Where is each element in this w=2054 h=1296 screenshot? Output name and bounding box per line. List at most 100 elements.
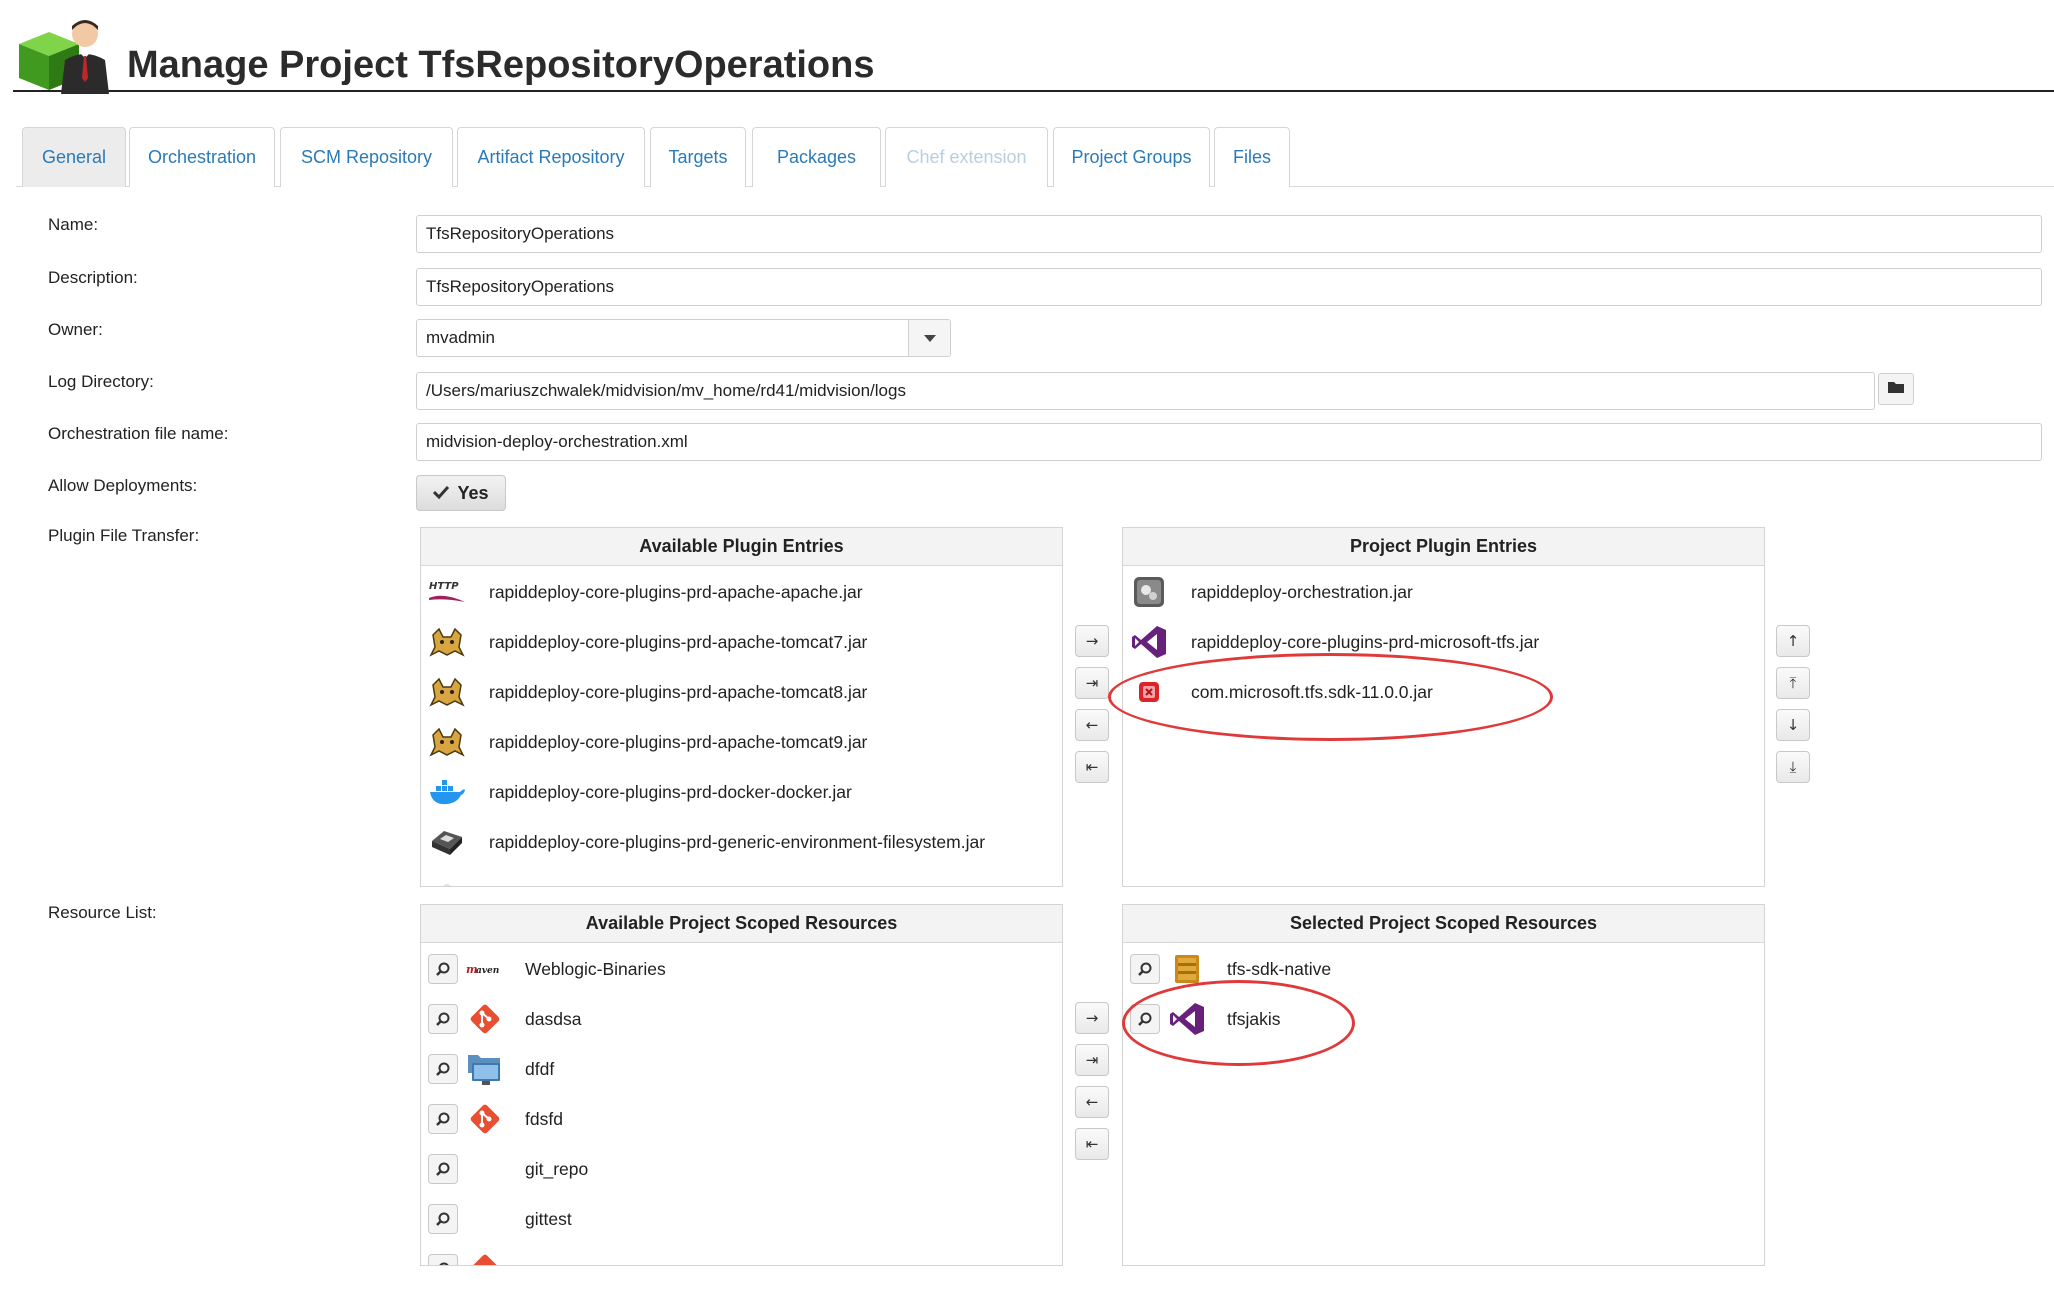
tab-packages[interactable]: Packages [752,127,881,187]
available-plugins-title: Available Plugin Entries [421,528,1062,566]
list-item[interactable]: HTTP rapiddeploy-core-plugins-prd-apache… [421,572,1062,612]
name-field[interactable]: TfsRepositoryOperations [416,215,2042,253]
move-right-button[interactable]: → [1075,625,1109,657]
plugin-file-transfer-label: Plugin File Transfer: [48,526,200,545]
list-item-label: rapiddeploy-core-plugins-prd-microsoft-t… [1191,631,1540,652]
list-item-label: tfsjakis [1227,1008,1281,1029]
git-icon [465,1101,505,1137]
list-item[interactable]: m aven Weblogic-Binaries [421,949,1062,989]
search-icon[interactable] [428,1204,458,1234]
list-item[interactable]: git_repo [421,1149,1062,1189]
list-item-label: fdsfd [525,1108,563,1129]
git-icon [465,1251,505,1265]
move-all-left-button[interactable]: ⇤ [1075,751,1109,783]
move-top-button[interactable]: ⤒ [1776,667,1810,699]
list-item-label: com.microsoft.tfs.sdk-11.0.0.jar [1191,681,1433,702]
tomcat-icon [427,676,467,708]
filesystem-icon [427,826,467,858]
move-down-button[interactable]: ↓ [1776,709,1810,741]
selected-resources-panel: Selected Project Scoped Resources tfs-sd… [1122,904,1765,1266]
log-directory-field[interactable]: /Users/mariuszchwalek/midvision/mv_home/… [416,372,1875,410]
page-title: Manage Project TfsRepositoryOperations [127,44,875,86]
folder-icon [1887,380,1905,399]
search-icon[interactable] [428,1104,458,1134]
tab-project-groups[interactable]: Project Groups [1053,127,1210,187]
tab-general[interactable]: General [22,127,126,187]
allow-deployments-toggle[interactable]: Yes [416,475,506,511]
list-item-label: tfs-sdk-native [1227,958,1332,979]
list-item[interactable]: com.microsoft.tfs.sdk-11.0.0.jar [1123,672,1764,712]
list-item[interactable]: rapiddeploy-core-plugins-prd-apache-tomc… [421,722,1062,762]
search-icon[interactable] [1130,1004,1160,1034]
tab-scm-repository[interactable]: SCM Repository [280,127,453,187]
search-icon[interactable] [428,1004,458,1034]
list-item[interactable]: tfsjakis [1123,999,1764,1039]
resource-move-left-button[interactable]: ← [1075,1086,1109,1118]
chevron-down-icon[interactable] [908,320,950,356]
resource-move-all-left-button[interactable]: ⇤ [1075,1128,1109,1160]
maven-icon: m aven [465,951,505,987]
move-bottom-button[interactable]: ⤓ [1776,751,1810,783]
list-item[interactable]: gittest [421,1199,1062,1239]
tab-files[interactable]: Files [1214,127,1290,187]
list-item[interactable]: tfs-sdk-native [1123,949,1764,989]
list-item[interactable]: rapiddeploy-orchestration.jar [1123,572,1764,612]
project-plugins-title: Project Plugin Entries [1123,528,1764,566]
tab-targets[interactable]: Targets [650,127,746,187]
list-item [421,872,1062,886]
allow-deployments-label: Allow Deployments: [48,476,198,495]
orchestration-file-field[interactable]: midvision-deploy-orchestration.xml [416,423,2042,461]
project-manager-logo-icon [15,14,123,94]
list-item-label: dfdf [525,1058,555,1079]
search-icon[interactable] [1130,954,1160,984]
svg-text:HTTP: HTTP [429,581,459,592]
browse-folder-button[interactable] [1878,373,1914,405]
resource-move-right-button[interactable]: → [1075,1002,1109,1034]
list-item-label: rapiddeploy-orchestration.jar [1191,581,1413,602]
owner-label: Owner: [48,320,103,339]
name-label: Name: [48,215,99,234]
list-item[interactable]: dfdf [421,1049,1062,1089]
resource-move-all-right-button[interactable]: ⇥ [1075,1044,1109,1076]
list-item-label: rapiddeploy-core-plugins-prd-apache-tomc… [489,631,868,652]
list-item[interactable]: rapiddeploy-core-plugins-prd-docker-dock… [421,772,1062,812]
list-item[interactable]: rapiddeploy-core-plugins-prd-apache-tomc… [421,622,1062,662]
move-left-button[interactable]: ← [1075,709,1109,741]
search-icon[interactable] [428,954,458,984]
available-resources-panel: Available Project Scoped Resources m aven… [420,904,1063,1266]
tab-orchestration[interactable]: Orchestration [129,127,275,187]
list-item[interactable]: rapiddeploy-core-plugins-prd-apache-tomc… [421,672,1062,712]
tab-bar: General Orchestration SCM Repository Art… [16,127,2054,187]
list-item-label: git_repo [525,1158,589,1179]
orchestration-file-label: Orchestration file name: [48,424,229,443]
list-item-label: rapiddeploy-core-plugins-prd-docker-dock… [489,781,852,802]
docker-icon [427,776,467,808]
search-icon[interactable] [428,1054,458,1084]
visual-studio-icon [1167,1001,1207,1037]
owner-select[interactable]: mvadmin [416,319,951,357]
http-icon: HTTP [427,576,467,608]
page-header: Manage Project TfsRepositoryOperations [13,10,2054,94]
description-field[interactable]: TfsRepositoryOperations [416,268,2042,306]
list-item[interactable]: rapiddeploy-core-plugins-prd-microsoft-t… [1123,622,1764,662]
list-item-label: dasdsa [525,1008,582,1029]
description-label: Description: [48,268,138,287]
tab-chef-extension: Chef extension [885,127,1048,187]
checkmark-icon [433,483,450,504]
search-icon [428,1254,458,1265]
list-item[interactable]: rapiddeploy-core-plugins-prd-generic-env… [421,822,1062,862]
list-item[interactable]: fdsfd [421,1099,1062,1139]
move-up-button[interactable]: ↑ [1776,625,1810,657]
available-plugins-panel: Available Plugin Entries HTTP rapiddeplo… [420,527,1063,887]
search-icon[interactable] [428,1154,458,1184]
resource-list-label: Resource List: [48,903,157,922]
move-all-right-button[interactable]: ⇥ [1075,667,1109,699]
allow-deployments-value: Yes [457,482,489,503]
selected-resources-title: Selected Project Scoped Resources [1123,905,1764,943]
visual-studio-icon [1129,626,1169,658]
archive-icon [1167,951,1207,987]
error-icon [1129,676,1169,708]
list-item[interactable]: dasdsa [421,999,1062,1039]
folder-monitor-icon [465,1051,505,1087]
tab-artifact-repository[interactable]: Artifact Repository [457,127,645,187]
